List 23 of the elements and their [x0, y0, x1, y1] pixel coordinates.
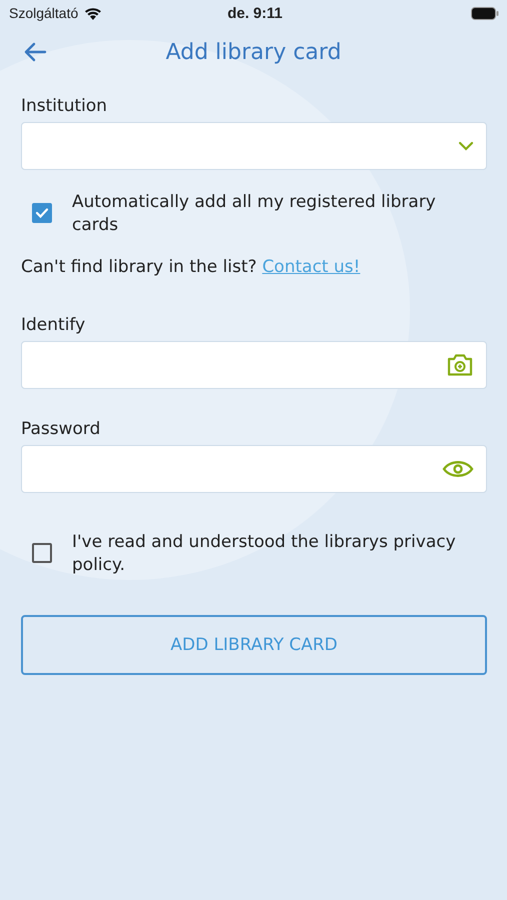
camera-icon[interactable] [446, 353, 474, 377]
help-text: Can't find library in the list? Contact us! [21, 257, 362, 277]
eye-icon[interactable] [442, 458, 474, 480]
chevron-down-icon [458, 141, 474, 151]
back-arrow-icon[interactable] [23, 42, 47, 62]
field-label: Institution [21, 96, 108, 116]
carrier-name: Szolgáltató [9, 5, 78, 21]
checkbox[interactable] [32, 543, 52, 563]
password-field[interactable] [21, 445, 487, 493]
checkmark-icon [35, 207, 49, 219]
input-field[interactable] [21, 341, 487, 389]
checkbox-label: Automatically add all my registered library cards [72, 191, 437, 237]
screen-title: Add library card [166, 40, 342, 64]
add-library-card-button[interactable]: ADD LIBRARY CARD [21, 615, 487, 675]
field-label: Identify [21, 315, 86, 335]
status-time: de. 9:11 [227, 4, 283, 22]
checkbox[interactable] [32, 203, 52, 223]
checkbox-label: I've read and understood the librarys privacy policy. [72, 531, 457, 577]
contact-link[interactable]: Contact us! [262, 257, 360, 277]
field-label: Password [21, 419, 102, 439]
battery-icon [470, 6, 499, 20]
wifi-icon [84, 6, 102, 20]
institution-dropdown[interactable] [21, 122, 487, 170]
